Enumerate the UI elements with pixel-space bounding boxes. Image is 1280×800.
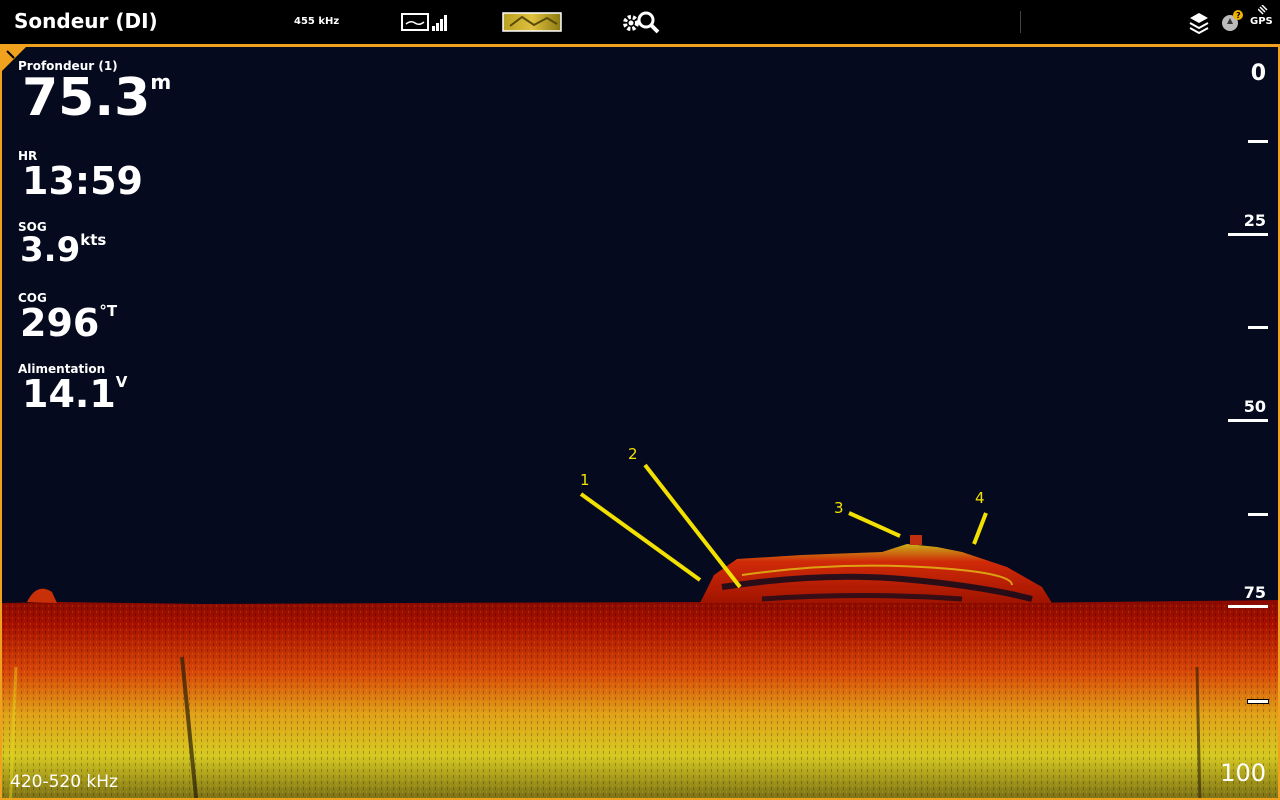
depth-scale-tick (1228, 233, 1268, 236)
annotation-label: 4 (975, 489, 985, 507)
annotation-label: 3 (834, 499, 844, 517)
compass-alert-icon[interactable]: ? (1220, 9, 1244, 33)
depth-scale-tick (1228, 419, 1268, 422)
page-title[interactable]: Sondeur (DI) (14, 9, 158, 33)
depth-scale-label: 0 (1250, 61, 1266, 86)
sonar-viewport[interactable]: Profondeur (1) 75.3m HR 13:59 SOG 3.9kts… (0, 44, 1280, 800)
svg-text:?: ? (1236, 11, 1241, 20)
frequency-indicator[interactable]: 455 kHz (294, 16, 339, 27)
annotation-label: 2 (628, 445, 638, 463)
sonar-view-icon[interactable] (401, 13, 429, 31)
time-value: 13:59 (22, 159, 143, 203)
cog-value: 296 (20, 301, 100, 345)
depth-unit: m (150, 70, 172, 94)
cog-readout[interactable]: COG 296°T (18, 292, 117, 342)
annotation-label: 1 (580, 471, 590, 489)
signal-bars-icon (432, 15, 447, 31)
sog-value: 3.9 (20, 230, 81, 270)
layers-icon[interactable] (1188, 11, 1210, 35)
gps-label: GPS (1250, 16, 1273, 27)
power-unit: V (115, 373, 128, 391)
toolbar-divider (1020, 11, 1021, 33)
depth-scale-tick (1248, 513, 1268, 516)
depth-readout[interactable]: Profondeur (1) 75.3m (18, 60, 171, 124)
settings-search-icon[interactable] (620, 9, 660, 35)
sidescan-thumbnail-icon[interactable] (502, 12, 562, 32)
depth-scale-tick (1228, 605, 1268, 608)
top-bar: Sondeur (DI) 455 kHz ? GPS (0, 0, 1280, 44)
depth-scale-tick (1248, 700, 1268, 703)
sog-unit: kts (80, 231, 107, 249)
depth-scale-label: 25 (1243, 211, 1266, 230)
depth-value: 75.3 (22, 68, 151, 128)
time-readout[interactable]: HR 13:59 (18, 150, 143, 200)
depth-scale-tick (1248, 140, 1268, 143)
frequency-range-label: 420-520 kHz (10, 772, 118, 792)
sog-readout[interactable]: SOG 3.9kts (18, 221, 106, 267)
power-readout[interactable]: Alimentation 14.1V (18, 363, 127, 413)
depth-scale-label: 75 (1243, 583, 1266, 602)
cog-unit: °T (99, 302, 118, 320)
depth-scale-label: 100 (1220, 759, 1266, 787)
depth-scale-label: 50 (1243, 397, 1266, 416)
sonar-echogram (2, 47, 1278, 798)
depth-scale-tick (1248, 326, 1268, 329)
power-value: 14.1 (22, 372, 116, 416)
